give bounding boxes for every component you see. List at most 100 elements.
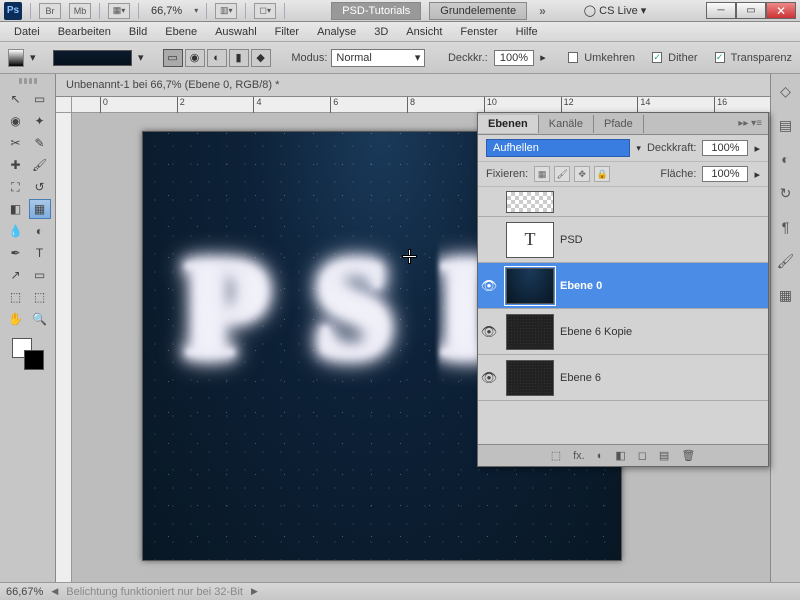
window-minimize[interactable]: ─ [706, 2, 736, 19]
lock-pixels-icon[interactable]: 🖌 [554, 166, 570, 182]
menu-bild[interactable]: Bild [121, 24, 155, 40]
gradient-tool-icon[interactable] [8, 49, 24, 67]
layer-row[interactable]: 👁 Ebene 6 Kopie [478, 309, 768, 355]
viewextras-button[interactable]: ▦▾ [108, 3, 130, 19]
menu-hilfe[interactable]: Hilfe [508, 24, 546, 40]
marquee-tool[interactable]: ▭ [29, 89, 51, 109]
toolbox-grip[interactable] [7, 78, 49, 86]
group-icon[interactable]: ◻ [638, 449, 647, 462]
panel-menu-icon[interactable]: ▸▸ ▾≡ [732, 118, 768, 129]
history-brush-tool[interactable]: ↺ [29, 177, 51, 197]
hand-tool[interactable]: ✋ [5, 309, 27, 329]
menu-auswahl[interactable]: Auswahl [207, 24, 265, 40]
layer-thumbnail[interactable] [506, 268, 554, 304]
visibility-toggle[interactable]: 👁 [478, 324, 500, 340]
opacity-field[interactable]: 100% [494, 50, 535, 66]
screenmode-button[interactable]: ◻▾ [254, 3, 276, 19]
eraser-tool[interactable]: ◧ [5, 199, 27, 219]
layer-name[interactable]: Ebene 0 [560, 280, 768, 292]
mode-select[interactable]: Normal▾ [331, 49, 425, 67]
umkehren-checkbox[interactable] [568, 52, 578, 63]
gradient-preview[interactable] [53, 50, 132, 66]
swatches-icon[interactable]: ▦ [775, 284, 797, 306]
workspace-item[interactable]: Grundelemente [429, 2, 527, 20]
dither-checkbox[interactable]: ✓ [652, 52, 662, 63]
layer-row[interactable]: 👁 Ebene 0 [478, 263, 768, 309]
link-layers-icon[interactable]: ⬚ [551, 449, 561, 462]
minibridge-button[interactable]: Mb [69, 3, 91, 19]
path-tool[interactable]: ↗ [5, 265, 27, 285]
menu-ansicht[interactable]: Ansicht [398, 24, 450, 40]
layers-icon[interactable]: ◇ [775, 80, 797, 102]
dodge-tool[interactable]: ◐ [29, 221, 51, 241]
delete-layer-icon[interactable]: 🗑 [681, 449, 695, 462]
gradient-diamond[interactable]: ◆ [251, 49, 271, 67]
type-tool[interactable]: T [29, 243, 51, 263]
tab-kanaele[interactable]: Kanäle [539, 115, 594, 133]
heal-tool[interactable]: ✚ [5, 155, 27, 175]
stamp-tool[interactable]: ⛶ [5, 177, 27, 197]
window-maximize[interactable]: ▭ [736, 2, 766, 19]
blur-tool[interactable]: 💧 [5, 221, 27, 241]
menu-bearbeiten[interactable]: Bearbeiten [50, 24, 119, 40]
zoom-tool[interactable]: 🔍 [29, 309, 51, 329]
gradient-linear[interactable]: ▭ [163, 49, 183, 67]
3d-tool[interactable]: ⬚ [5, 287, 27, 307]
lock-transparency-icon[interactable]: ▦ [534, 166, 550, 182]
layer-name[interactable]: Ebene 6 Kopie [560, 326, 768, 338]
char-icon[interactable]: ¶ [775, 216, 797, 238]
bridge-button[interactable]: Br [39, 3, 61, 19]
layer-thumbnail[interactable] [506, 191, 554, 213]
tab-pfade[interactable]: Pfade [594, 115, 644, 133]
color-icon[interactable]: ▤ [775, 114, 797, 136]
arrange-button[interactable]: ▥▾ [215, 3, 237, 19]
menu-datei[interactable]: Datei [6, 24, 48, 40]
wand-tool[interactable]: ✦ [29, 111, 51, 131]
gradient-reflected[interactable]: ▮ [229, 49, 249, 67]
menu-3d[interactable]: 3D [366, 24, 396, 40]
3d-cam-tool[interactable]: ⬚ [29, 287, 51, 307]
menu-fenster[interactable]: Fenster [452, 24, 505, 40]
adjustment-icon[interactable]: ◧ [615, 449, 625, 462]
blend-mode-select[interactable]: Aufhellen [486, 139, 630, 157]
background-color[interactable] [24, 350, 44, 370]
tab-ebenen[interactable]: Ebenen [478, 115, 539, 133]
visibility-toggle[interactable]: 👁 [478, 278, 500, 294]
layer-fill-field[interactable]: 100% [702, 166, 748, 182]
layer-name[interactable]: Ebene 6 [560, 372, 768, 384]
new-layer-icon[interactable]: ▤ [659, 449, 669, 462]
mask-icon[interactable]: ◐ [597, 450, 604, 462]
color-swatches[interactable] [12, 338, 44, 370]
layer-thumbnail[interactable]: T [506, 222, 554, 258]
move-tool[interactable]: ↖ [5, 89, 27, 109]
document-tab[interactable]: Unbenannt-1 bei 66,7% (Ebene 0, RGB/8) * [56, 74, 770, 97]
layer-opacity-field[interactable]: 100% [702, 140, 748, 156]
layer-row[interactable]: T PSD [478, 217, 768, 263]
status-zoom[interactable]: 66,67% [6, 586, 43, 598]
gradient-radial[interactable]: ◉ [185, 49, 205, 67]
shape-tool[interactable]: ▭ [29, 265, 51, 285]
fx-icon[interactable]: fx. [573, 450, 585, 462]
workspace-more[interactable]: » [535, 4, 550, 18]
cslive-button[interactable]: ◯ CS Live ▾ [576, 2, 654, 19]
layer-thumbnail[interactable] [506, 360, 554, 396]
transparenz-checkbox[interactable]: ✓ [715, 52, 725, 63]
pen-tool[interactable]: ✒ [5, 243, 27, 263]
visibility-toggle[interactable]: 👁 [478, 370, 500, 386]
gradient-tool[interactable]: ▦ [29, 199, 51, 219]
layer-row[interactable]: 👁 Ebene 6 [478, 355, 768, 401]
menu-ebene[interactable]: Ebene [157, 24, 205, 40]
zoom-level[interactable]: 66,7% [147, 5, 186, 17]
layer-thumbnail[interactable] [506, 314, 554, 350]
brush-icon[interactable]: 🖌 [775, 250, 797, 272]
crop-tool[interactable]: ✂ [5, 133, 27, 153]
history-icon[interactable]: ↻ [775, 182, 797, 204]
workspace-active[interactable]: PSD-Tutorials [331, 2, 421, 20]
layer-name[interactable]: PSD [560, 234, 768, 246]
nav-next[interactable]: ▶ [251, 586, 258, 597]
lasso-tool[interactable]: ◉ [5, 111, 27, 131]
adjust-icon[interactable]: ◐ [775, 148, 797, 170]
brush-tool[interactable]: 🖌 [29, 155, 51, 175]
gradient-angle[interactable]: ◐ [207, 49, 227, 67]
lock-all-icon[interactable]: 🔒 [594, 166, 610, 182]
